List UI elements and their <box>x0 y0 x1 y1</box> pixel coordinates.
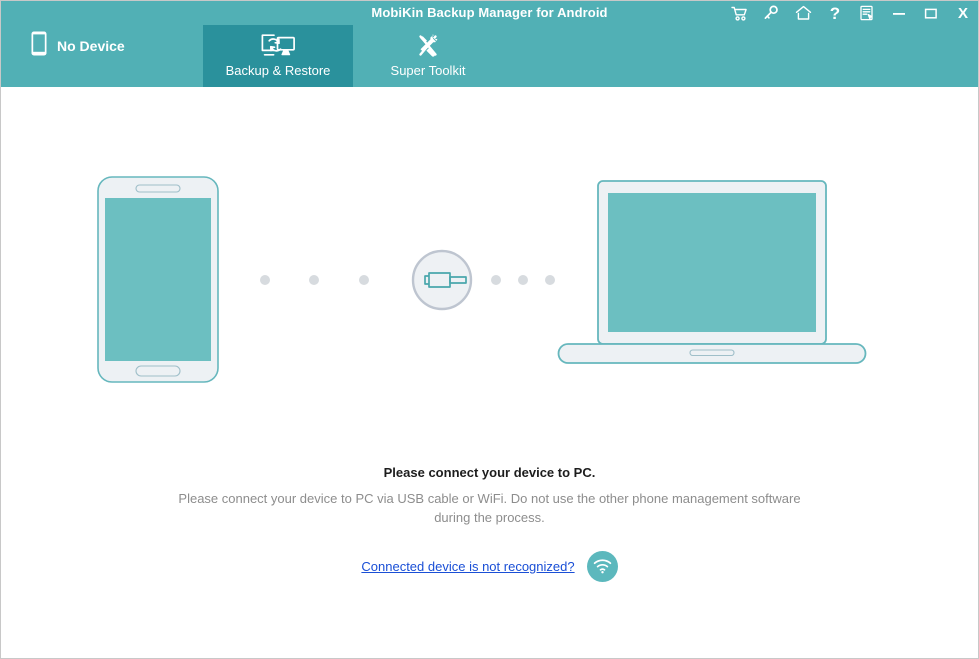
usb-connector-icon <box>411 249 472 311</box>
cart-icon[interactable] <box>730 3 748 23</box>
key-icon[interactable] <box>762 3 780 23</box>
maximize-icon[interactable] <box>922 3 940 23</box>
main-content: Please connect your device to PC. Please… <box>1 87 978 658</box>
home-icon[interactable] <box>794 3 812 23</box>
tab-backup-restore[interactable]: Backup & Restore <box>203 25 353 87</box>
app-header: MobiKin Backup Manager for Android ? X N… <box>1 1 978 87</box>
feedback-icon[interactable] <box>858 3 876 23</box>
help-icon[interactable]: ? <box>826 3 844 23</box>
title-bar: MobiKin Backup Manager for Android ? X <box>1 1 978 25</box>
backup-restore-icon <box>260 32 296 60</box>
device-status-label: No Device <box>57 38 125 54</box>
help-icon-glyph: ? <box>829 3 841 23</box>
close-icon[interactable]: X <box>954 3 972 23</box>
progress-dots-right <box>490 275 555 285</box>
laptop-graphic <box>557 180 866 364</box>
app-window: MobiKin Backup Manager for Android ? X N… <box>0 0 979 659</box>
not-recognized-link[interactable]: Connected device is not recognized? <box>361 559 574 574</box>
wifi-icon[interactable] <box>586 551 618 582</box>
help-row: Connected device is not recognized? <box>1 551 978 582</box>
tab-backup-restore-label: Backup & Restore <box>225 63 331 78</box>
main-tabs: Backup & Restore Super Toolkit <box>203 25 503 87</box>
close-icon-glyph: X <box>957 4 968 22</box>
connect-illustration <box>1 167 978 397</box>
tab-super-toolkit[interactable]: Super Toolkit <box>353 25 503 87</box>
phone-icon <box>31 31 47 61</box>
device-status[interactable]: No Device <box>31 31 125 61</box>
connect-title: Please connect your device to PC. <box>383 465 596 480</box>
minimize-icon[interactable] <box>890 3 908 23</box>
status-messages: Please connect your device to PC. Please… <box>1 465 978 582</box>
connect-description: Please connect your device to PC via USB… <box>178 491 801 525</box>
progress-dots-left <box>259 275 369 285</box>
toolkit-icon <box>414 32 442 60</box>
tab-super-toolkit-label: Super Toolkit <box>390 63 466 78</box>
title-bar-icons: ? X <box>730 1 972 25</box>
phone-graphic <box>96 176 219 383</box>
